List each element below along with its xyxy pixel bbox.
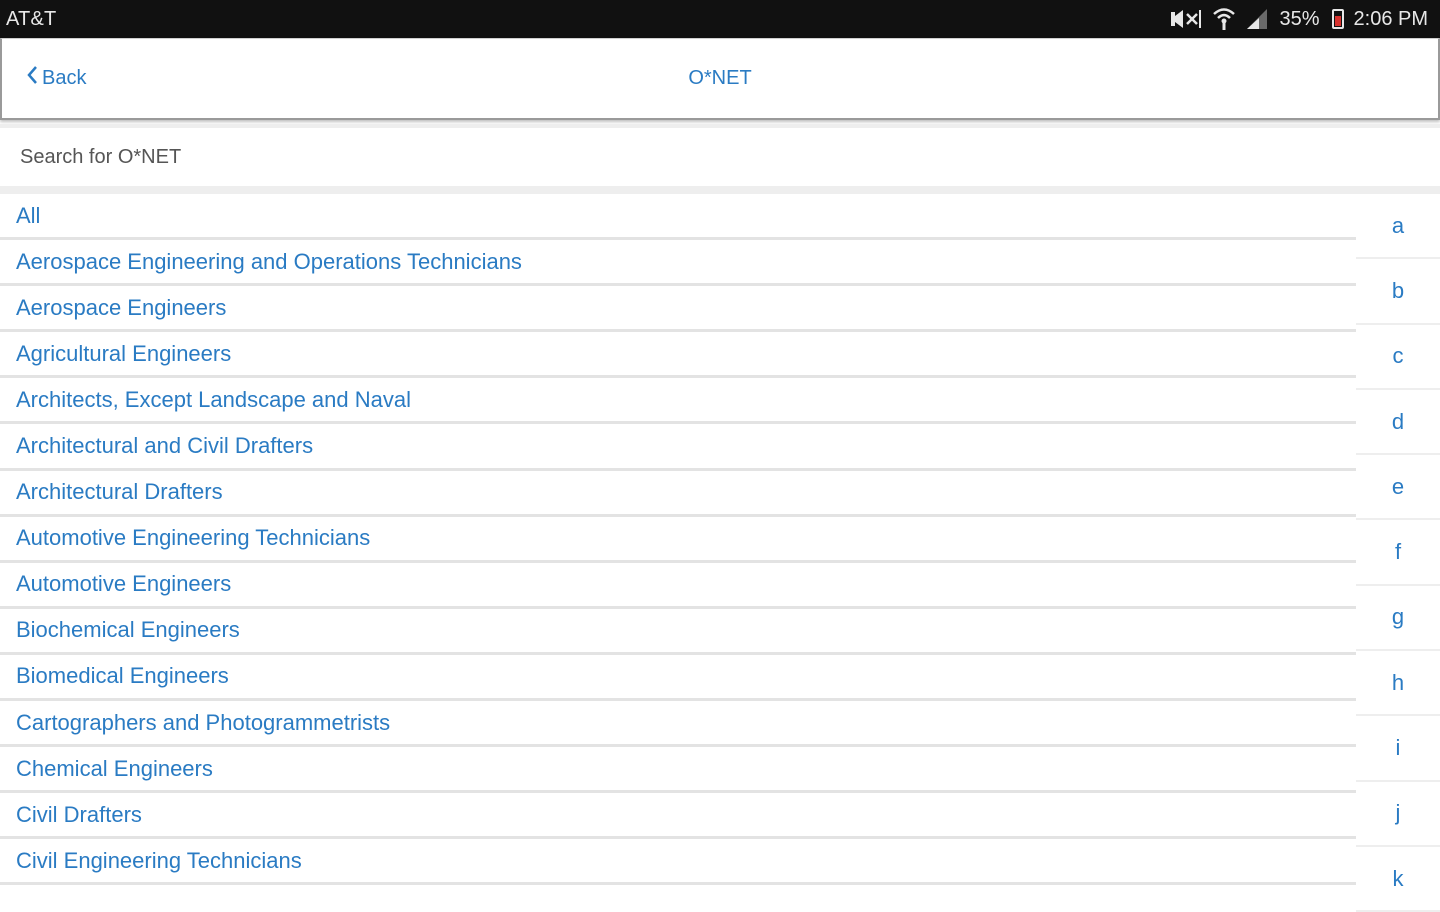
wifi-icon [1213, 7, 1236, 31]
alpha-index-a[interactable]: a [1356, 194, 1440, 260]
list-item[interactable]: Chemical Engineers [0, 747, 1356, 794]
list-item[interactable]: Civil Drafters [0, 793, 1356, 840]
signal-icon [1245, 8, 1269, 30]
status-bar: AT&T 35% 2:06 PM [0, 0, 1440, 38]
alpha-index-f[interactable]: f [1356, 520, 1440, 586]
list-item[interactable]: Biomedical Engineers [0, 655, 1356, 702]
clock: 2:06 PM [1353, 7, 1428, 30]
search-input[interactable] [0, 128, 1440, 186]
page-title: O*NET [688, 67, 752, 89]
battery-percent: 35% [1279, 7, 1320, 30]
list-item[interactable]: Architects, Except Landscape and Naval [0, 378, 1356, 425]
alphabet-index: a b c d e f g h i j k [1356, 194, 1440, 912]
alpha-index-b[interactable]: b [1356, 259, 1440, 325]
search-bar [0, 124, 1440, 194]
list-item[interactable]: Aerospace Engineering and Operations Tec… [0, 240, 1356, 287]
list-item[interactable]: Architectural and Civil Drafters [0, 424, 1356, 471]
list-item[interactable]: Biochemical Engineers [0, 609, 1356, 655]
nav-header: Back O*NET [0, 38, 1440, 120]
alpha-index-c[interactable]: c [1356, 325, 1440, 390]
occupation-list: All Aerospace Engineering and Operations… [0, 194, 1356, 886]
mute-icon [1169, 8, 1203, 30]
list-item[interactable]: All [0, 194, 1356, 241]
list-item[interactable]: Agricultural Engineers [0, 332, 1356, 379]
list-item[interactable]: Automotive Engineering Technicians [0, 517, 1356, 563]
status-icons: 35% 2:06 PM [1169, 7, 1428, 31]
list-item[interactable]: Architectural Drafters [0, 471, 1356, 517]
alpha-index-k[interactable]: k [1356, 847, 1440, 912]
alpha-index-g[interactable]: g [1356, 586, 1440, 652]
alpha-index-h[interactable]: h [1356, 651, 1440, 717]
list-item[interactable]: Cartographers and Photogrammetrists [0, 701, 1356, 748]
list-item[interactable]: Automotive Engineers [0, 563, 1356, 609]
alpha-index-d[interactable]: d [1356, 390, 1440, 456]
alpha-index-e[interactable]: e [1356, 455, 1440, 521]
battery-icon [1331, 9, 1344, 29]
alpha-index-i[interactable]: i [1356, 716, 1440, 782]
list-item[interactable]: Aerospace Engineers [0, 286, 1356, 333]
list-item[interactable]: Civil Engineering Technicians [0, 839, 1356, 886]
carrier-label: AT&T [6, 7, 57, 30]
alpha-index-j[interactable]: j [1356, 782, 1440, 847]
